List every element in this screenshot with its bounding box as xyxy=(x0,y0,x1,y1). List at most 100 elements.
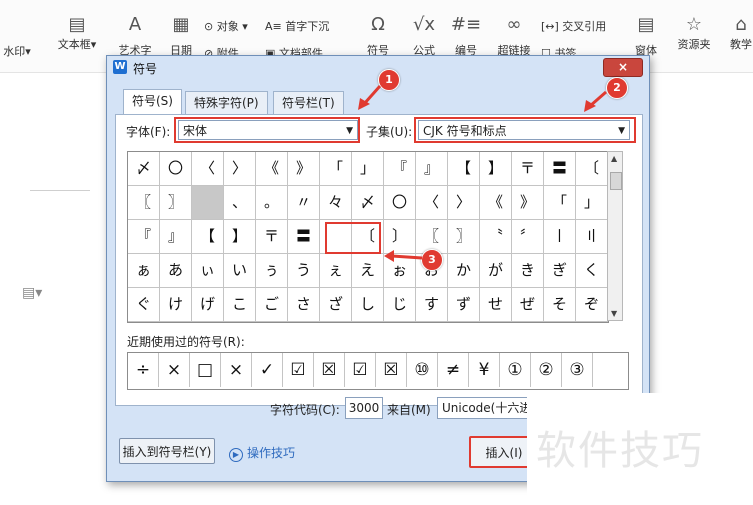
add-to-symbol-bar-button[interactable]: 插入到符号栏(Y) xyxy=(119,438,215,464)
recent-symbol-cell[interactable]: ¥ xyxy=(469,353,500,387)
symbol-cell[interactable]: 」 xyxy=(352,152,384,186)
symbol-cell[interactable]: 〓 xyxy=(288,220,320,254)
symbol-cell[interactable]: 》 xyxy=(288,152,320,186)
symbol-cell[interactable]: ぃ xyxy=(192,254,224,288)
symbol-cell[interactable]: ぇ xyxy=(320,254,352,288)
symbol-button[interactable]: Ω 符号 xyxy=(358,14,398,57)
symbol-cell[interactable]: 〒 xyxy=(256,220,288,254)
symbol-cell[interactable]: く xyxy=(576,254,608,288)
symbol-cell[interactable]: う xyxy=(288,254,320,288)
symbol-cell[interactable]: き xyxy=(512,254,544,288)
symbol-cell[interactable]: 』 xyxy=(160,220,192,254)
tips-link[interactable]: ▶ 操作技巧 xyxy=(229,444,295,462)
watermark-button[interactable]: 水印▾ xyxy=(0,43,34,59)
symbol-cell[interactable]: 〉 xyxy=(224,152,256,186)
tab-symbol-bar[interactable]: 符号栏(T) xyxy=(273,91,344,114)
symbol-cell[interactable]: ぎ xyxy=(544,254,576,288)
symbol-cell[interactable]: そ xyxy=(544,288,576,322)
recent-symbol-cell[interactable]: ☑ xyxy=(345,353,376,387)
symbol-cell[interactable]: 》 xyxy=(512,186,544,220)
symbol-cell[interactable]: 〒 xyxy=(512,152,544,186)
symbol-cell[interactable]: ざ xyxy=(320,288,352,322)
symbol-cell[interactable]: 】 xyxy=(480,152,512,186)
date-button[interactable]: ▦ 日期 xyxy=(164,14,198,57)
symbol-cell[interactable]: 〇 xyxy=(384,186,416,220)
symbol-cell[interactable]: 〈 xyxy=(192,152,224,186)
symbol-cell[interactable]: じ xyxy=(384,288,416,322)
symbol-cell[interactable]: 《 xyxy=(256,152,288,186)
symbol-cell[interactable]: 〗 xyxy=(160,186,192,220)
recent-symbol-cell[interactable]: ① xyxy=(500,353,531,387)
symbol-cell[interactable]: 〖 xyxy=(128,186,160,220)
symbol-cell[interactable]: 』 xyxy=(416,152,448,186)
symbol-cell[interactable]: せ xyxy=(480,288,512,322)
scroll-thumb[interactable] xyxy=(610,172,622,190)
symbol-cell[interactable]: 〞 xyxy=(512,220,544,254)
recent-symbol-cell[interactable]: ✓ xyxy=(252,353,283,387)
numbering-button[interactable]: #≡ 编号 xyxy=(446,14,486,57)
object-button[interactable]: ⊙ 对象 ▾ xyxy=(204,18,248,34)
symbol-cell[interactable]: 〝 xyxy=(480,220,512,254)
close-button[interactable]: × xyxy=(603,58,643,77)
window-button[interactable]: ▤ 窗体 xyxy=(626,14,666,57)
symbol-cell[interactable]: ご xyxy=(256,288,288,322)
symbol-cell[interactable]: げ xyxy=(192,288,224,322)
recent-symbol-cell[interactable]: ÷ xyxy=(128,353,159,387)
recent-symbol-cell[interactable]: ☒ xyxy=(314,353,345,387)
textbox-button[interactable]: ▤ 文本框▾ xyxy=(52,14,102,52)
recent-symbol-cell[interactable]: ③ xyxy=(562,353,593,387)
scroll-down-icon[interactable]: ▼ xyxy=(611,309,617,318)
symbol-cell[interactable]: 。 xyxy=(256,186,288,220)
symbol-cell[interactable]: 〢 xyxy=(576,220,608,254)
symbol-cell[interactable]: 〗 xyxy=(448,220,480,254)
symbol-cell[interactable]: 〉 xyxy=(448,186,480,220)
symbol-cell[interactable]: 【 xyxy=(192,220,224,254)
symbol-cell[interactable]: 〈 xyxy=(416,186,448,220)
recent-symbol-cell[interactable]: ☒ xyxy=(376,353,407,387)
symbol-cell[interactable]: え xyxy=(352,254,384,288)
symbol-cell[interactable]: 『 xyxy=(128,220,160,254)
symbol-cell[interactable]: 『 xyxy=(384,152,416,186)
symbol-cell[interactable]: 〃 xyxy=(288,186,320,220)
symbol-cell[interactable]: い xyxy=(224,254,256,288)
recent-symbols[interactable]: ÷ × □ × ✓ ☑ ☒ ☑ ☒ ⑩ ≠ ¥ ① ② ③ xyxy=(127,352,629,390)
symbol-cell[interactable] xyxy=(192,186,224,220)
symbol-cell[interactable]: 〡 xyxy=(544,220,576,254)
symbol-cell[interactable]: 「 xyxy=(320,152,352,186)
dropcap-button[interactable]: A≡ 首字下沉 xyxy=(265,18,329,34)
symbol-cell[interactable]: 【 xyxy=(448,152,480,186)
symbol-cell[interactable]: ぁ xyxy=(128,254,160,288)
recent-symbol-cell[interactable]: × xyxy=(159,353,190,387)
symbol-cell[interactable]: 〆 xyxy=(352,186,384,220)
symbol-cell[interactable]: ぞ xyxy=(576,288,608,322)
symbol-cell[interactable]: か xyxy=(448,254,480,288)
paragraph-handle-icon[interactable]: ▤▾ xyxy=(22,285,42,301)
symbol-cell[interactable]: ず xyxy=(448,288,480,322)
symbol-cell[interactable]: 」 xyxy=(576,186,608,220)
symbol-cell[interactable]: 「 xyxy=(544,186,576,220)
scroll-up-icon[interactable]: ▲ xyxy=(611,154,617,163)
recent-symbol-cell[interactable]: □ xyxy=(190,353,221,387)
art-button[interactable]: A 艺术字 xyxy=(110,14,160,57)
symbol-cell[interactable]: し xyxy=(352,288,384,322)
grid-scrollbar[interactable]: ▲ ▼ xyxy=(607,151,623,321)
symbol-cell[interactable]: ぉ xyxy=(384,254,416,288)
recent-symbol-cell[interactable]: × xyxy=(221,353,252,387)
tab-symbol[interactable]: 符号(S) xyxy=(123,89,182,114)
symbol-cell[interactable]: け xyxy=(160,288,192,322)
symbol-cell[interactable]: 々 xyxy=(320,186,352,220)
symbol-cell[interactable]: 〓 xyxy=(544,152,576,186)
crossref-button[interactable]: [↔] 交叉引用 xyxy=(541,18,606,34)
teach-button[interactable]: ⌂ 教学 xyxy=(724,14,753,52)
symbol-cell[interactable]: 】 xyxy=(224,220,256,254)
symbol-cell[interactable]: ぅ xyxy=(256,254,288,288)
recent-symbol-cell[interactable]: ☑ xyxy=(283,353,314,387)
symbol-cell[interactable]: す xyxy=(416,288,448,322)
symbol-cell[interactable]: 〕 xyxy=(384,220,416,254)
symbol-cell[interactable]: が xyxy=(480,254,512,288)
symbol-cell[interactable]: 《 xyxy=(480,186,512,220)
symbol-cell[interactable]: あ xyxy=(160,254,192,288)
symbol-cell[interactable]: ぜ xyxy=(512,288,544,322)
symbol-cell[interactable]: 〆 xyxy=(128,152,160,186)
hyperlink-button[interactable]: ∞ 超链接 xyxy=(494,14,534,57)
